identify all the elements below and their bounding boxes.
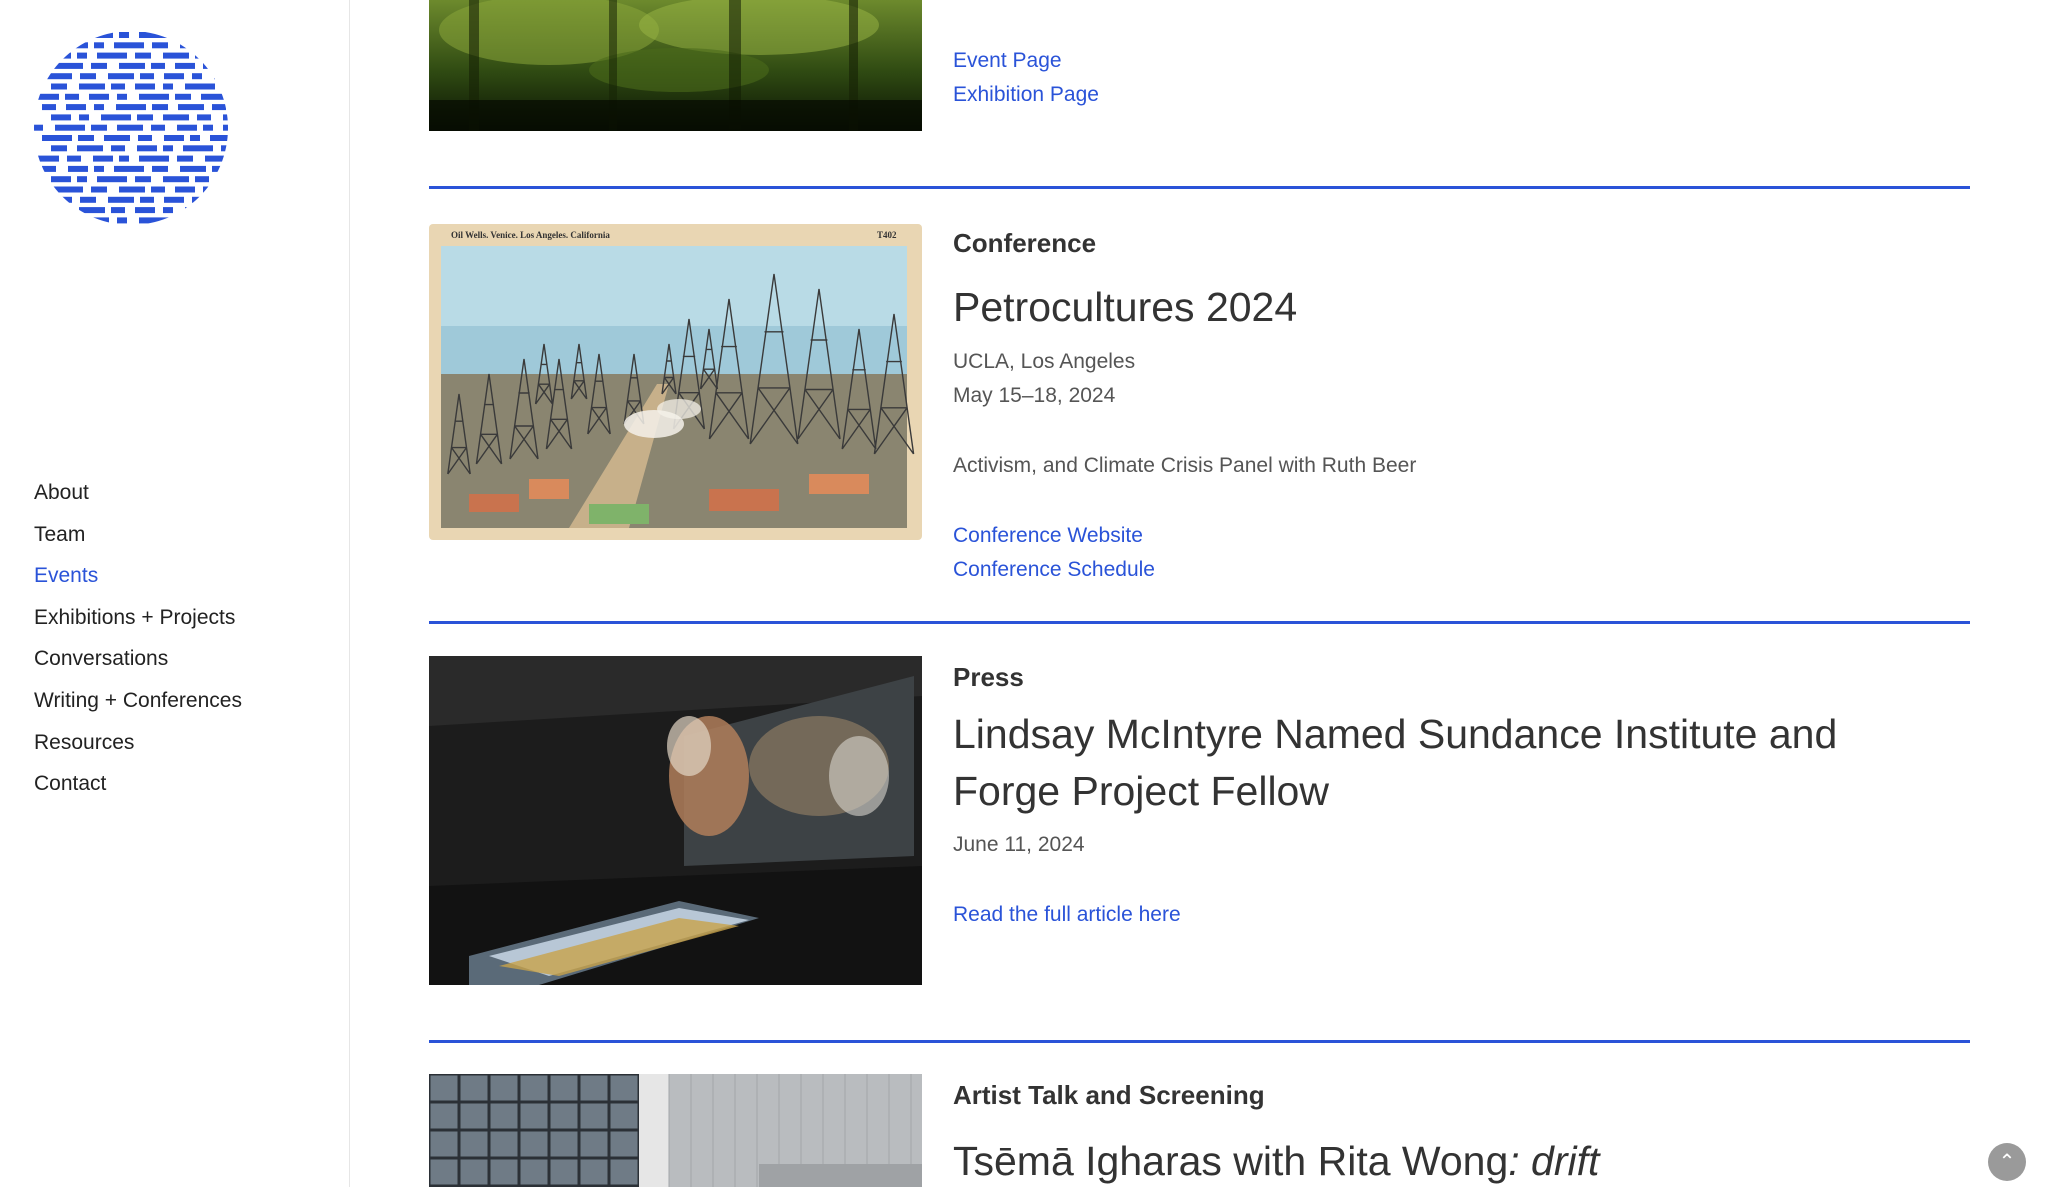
event-text: Conference Petrocultures 2024 UCLA, Los … <box>953 228 1970 587</box>
nav-item-writing-conferences[interactable]: Writing + Conferences <box>34 680 242 722</box>
scroll-to-top-button[interactable]: ⌃ <box>1988 1143 2026 1181</box>
postcard-caption: Oil Wells. Venice. Los Angeles. Californ… <box>451 230 610 240</box>
event-title: Tsēmā Igharas with Rita Wong: drift <box>953 1133 1970 1190</box>
event-date: June 11, 2024 <box>953 833 1085 857</box>
read-full-article-link[interactable]: Read the full article here <box>953 898 1970 932</box>
conference-schedule-link[interactable]: Conference Schedule <box>953 553 1970 587</box>
event-title: Lindsay McIntyre Named Sundance Institut… <box>953 706 1970 820</box>
event-title-italic: : drift <box>1508 1138 1600 1185</box>
nav-item-events[interactable]: Events <box>34 555 242 597</box>
event-title-main: Tsēmā Igharas with Rita Wong <box>953 1138 1509 1185</box>
postcard-code: T402 <box>877 230 897 240</box>
main-nav: About Team Events Exhibitions + Projects… <box>34 472 242 805</box>
event-thumbnail-forest[interactable] <box>429 0 922 131</box>
event-thumbnail-building[interactable] <box>429 1074 922 1187</box>
event-title-line2: Forge Project Fellow <box>953 768 1329 815</box>
event-text: Event Page Exhibition Page <box>953 44 1970 112</box>
logo-icon[interactable] <box>33 30 229 226</box>
events-list: Event Page Exhibition Page Oil Wells. Ve… <box>429 0 1970 1187</box>
nav-item-contact[interactable]: Contact <box>34 763 242 805</box>
event-location: UCLA, Los Angeles <box>953 350 1136 374</box>
event-page-link[interactable]: Event Page <box>953 44 1970 78</box>
event-description: Activism, and Climate Crisis Panel with … <box>953 454 1417 478</box>
event-category: Artist Talk and Screening <box>953 1080 1265 1110</box>
nav-item-team[interactable]: Team <box>34 514 242 556</box>
nav-item-about[interactable]: About <box>34 472 242 514</box>
nav-item-resources[interactable]: Resources <box>34 722 242 764</box>
event-text: Press Lindsay McIntyre Named Sundance In… <box>953 662 1970 932</box>
event-title: Petrocultures 2024 <box>953 284 1298 331</box>
event-title-line1: Lindsay McIntyre Named Sundance Institut… <box>953 711 1838 758</box>
event-thumbnail-postcard[interactable]: Oil Wells. Venice. Los Angeles. Californ… <box>429 224 922 540</box>
conference-website-link[interactable]: Conference Website <box>953 519 1970 553</box>
event-category: Press <box>953 662 1024 692</box>
exhibition-page-link[interactable]: Exhibition Page <box>953 78 1970 112</box>
nav-item-exhibitions-projects[interactable]: Exhibitions + Projects <box>34 597 242 639</box>
event-thumbnail-installation[interactable] <box>429 656 922 985</box>
sidebar: About Team Events Exhibitions + Projects… <box>0 0 350 1187</box>
event-date: May 15–18, 2024 <box>953 384 1116 408</box>
nav-item-conversations[interactable]: Conversations <box>34 638 242 680</box>
event-category: Conference <box>953 228 1097 258</box>
chevron-up-icon: ⌃ <box>1998 1151 2016 1173</box>
divider <box>429 621 1970 624</box>
event-text: Artist Talk and Screening Tsēmā Igharas … <box>953 1080 1970 1190</box>
divider <box>429 1040 1970 1043</box>
divider <box>429 186 1970 189</box>
